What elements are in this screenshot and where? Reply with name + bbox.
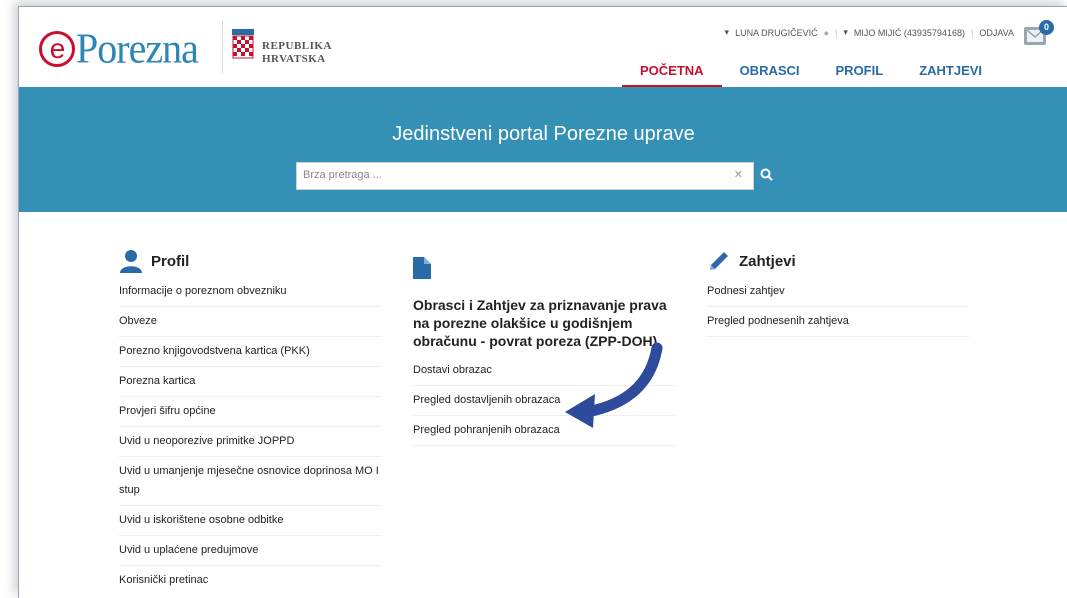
zahtjevi-section: Zahtjevi Podnesi zahtjev Pregled podnese…: [707, 247, 969, 337]
browser-page: e Porezna REPUBLIKA HRVATSKA ▾ LUNA DRUG…: [18, 6, 1067, 598]
croatian-crest-icon: [232, 29, 254, 59]
caret-down-icon: ▾: [843, 27, 848, 37]
republic-line2: HRVATSKA: [262, 53, 326, 65]
nav-zahtjevi[interactable]: ZAHTJEVI: [901, 63, 1000, 85]
logo-divider: [222, 21, 223, 73]
profil-link[interactable]: Uvid u iskorištene osobne odbitke: [119, 506, 381, 536]
mailbox-button[interactable]: 0: [1024, 20, 1054, 45]
document-icon: [413, 257, 431, 279]
nav-obrasci[interactable]: OBRASCI: [722, 63, 818, 85]
profil-link[interactable]: Porezno knjigovodstvena kartica (PKK): [119, 337, 381, 367]
clear-icon[interactable]: ✕: [734, 168, 743, 181]
profil-link[interactable]: Provjeri šifru općine: [119, 397, 381, 427]
nav-pocetna[interactable]: POČETNA: [622, 63, 722, 87]
profil-link[interactable]: Informacije o poreznom obvezniku: [119, 277, 381, 307]
search-box: ✕: [296, 162, 754, 190]
eporezna-logo[interactable]: e Porezna: [39, 24, 199, 73]
zahtjevi-list: Podnesi zahtjev Pregled podnesenih zahtj…: [707, 277, 969, 337]
zahtjevi-header: Zahtjevi: [707, 247, 969, 275]
separator: |: [970, 27, 974, 38]
hero-title: Jedinstveni portal Porezne uprave: [392, 123, 695, 145]
user-icon: ●: [823, 27, 830, 38]
hero-banner: Jedinstveni portal Porezne uprave ✕: [19, 87, 1067, 212]
nav-profil[interactable]: PROFIL: [818, 63, 902, 85]
profil-link[interactable]: Uvid u neoporezive primitke JOPPD: [119, 427, 381, 457]
zahtjevi-title: Zahtjevi: [739, 252, 796, 270]
separator: |: [835, 27, 838, 38]
caret-down-icon: ▾: [724, 27, 730, 37]
profil-link[interactable]: Korisnički pretinac: [119, 566, 381, 595]
pencil-icon: [710, 252, 728, 270]
user-link-luna[interactable]: LUNA DRUGIČEVIĆ: [735, 28, 818, 38]
profil-title: Profil: [151, 252, 190, 270]
profil-link[interactable]: Uvid u uplaćene predujmove: [119, 536, 381, 566]
logo-text: Porezna: [76, 24, 199, 73]
user-bar: ▾ LUNA DRUGIČEVIĆ ● | ▾ MIJO MIJIĆ (4393…: [725, 27, 1014, 38]
profil-link[interactable]: Uvid u umanjenje mjesečne osnovice dopri…: [119, 457, 381, 506]
logout-link[interactable]: ODJAVA: [979, 28, 1014, 38]
logo-e: e: [39, 31, 75, 67]
profil-link[interactable]: Porezna kartica: [119, 367, 381, 397]
search-input[interactable]: [297, 163, 723, 187]
main-nav: POČETNA OBRASCI PROFIL ZAHTJEVI: [622, 63, 1000, 87]
user-icon: [120, 250, 142, 273]
search-icon[interactable]: [759, 167, 775, 183]
mail-count-badge: 0: [1039, 20, 1054, 35]
zahtjevi-link[interactable]: Podnesi zahtjev: [707, 277, 969, 307]
profil-list: Informacije o poreznom obvezniku Obveze …: [119, 277, 381, 595]
annotation-arrow: [565, 342, 663, 428]
profil-section: Profil Informacije o poreznom obvezniku …: [119, 247, 381, 595]
profil-header: Profil: [119, 247, 381, 275]
republic-line1: REPUBLIKA: [262, 40, 332, 52]
profil-link[interactable]: Obveze: [119, 307, 381, 337]
republic-label: REPUBLIKA HRVATSKA: [262, 40, 332, 66]
zahtjevi-link[interactable]: Pregled podnesenih zahtjeva: [707, 307, 969, 337]
user-link-mijo[interactable]: MIJO MIJIĆ (43935794168): [854, 28, 965, 38]
